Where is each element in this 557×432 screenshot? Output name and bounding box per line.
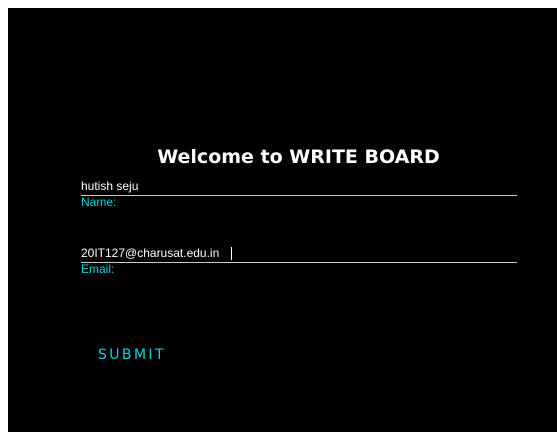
email-input[interactable] bbox=[81, 243, 517, 263]
page-title: Welcome to WRITE BOARD bbox=[157, 146, 440, 168]
submit-button[interactable]: SUBMIT bbox=[88, 341, 176, 369]
name-input[interactable] bbox=[81, 176, 517, 196]
name-label: Name: bbox=[81, 195, 117, 209]
app-window: Welcome to WRITE BOARD Name: Email: SUBM… bbox=[8, 8, 557, 432]
text-caret bbox=[231, 247, 232, 260]
email-label: Email: bbox=[81, 262, 115, 276]
